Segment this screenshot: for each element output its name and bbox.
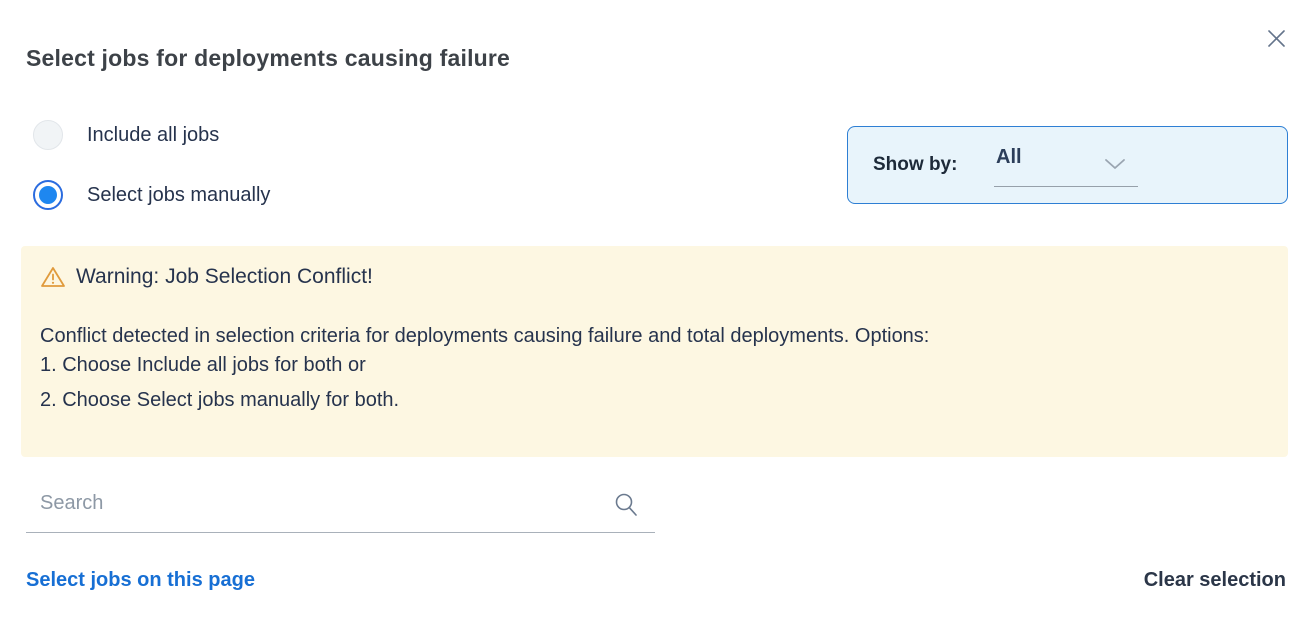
warning-header: Warning: Job Selection Conflict!	[40, 265, 373, 289]
radio-option-label: Include all jobs	[87, 124, 219, 147]
dialog-title: Select jobs for deployments causing fail…	[26, 45, 510, 72]
show-by-panel: Show by: All	[847, 126, 1288, 204]
search-input[interactable]	[26, 480, 655, 533]
chevron-down-icon	[1104, 158, 1126, 170]
show-by-label: Show by:	[873, 127, 957, 203]
warning-option-2: 2. Choose Select jobs manually for both.	[40, 383, 399, 418]
show-by-selected-value: All	[996, 146, 1022, 169]
select-jobs-on-page-link[interactable]: Select jobs on this page	[26, 569, 255, 592]
warning-banner: Warning: Job Selection Conflict! Conflic…	[21, 246, 1288, 457]
show-by-dropdown[interactable]: All	[994, 140, 1138, 187]
select-jobs-dialog: Select jobs for deployments causing fail…	[0, 0, 1308, 630]
radio-option-label: Select jobs manually	[87, 184, 270, 207]
radio-button-icon[interactable]	[33, 180, 63, 210]
close-icon	[1266, 28, 1287, 49]
search-field	[26, 480, 655, 533]
warning-option-1: 1. Choose Include all jobs for both or	[40, 348, 399, 383]
radio-button-icon[interactable]	[33, 120, 63, 150]
radio-option-include-all-jobs[interactable]: Include all jobs	[33, 120, 219, 150]
warning-message: Conflict detected in selection criteria …	[40, 324, 929, 349]
radio-option-select-jobs-manually[interactable]: Select jobs manually	[33, 180, 270, 210]
warning-triangle-icon	[40, 265, 66, 289]
warning-options: 1. Choose Include all jobs for both or 2…	[40, 348, 399, 418]
clear-selection-button[interactable]: Clear selection	[1144, 569, 1286, 592]
warning-title: Warning: Job Selection Conflict!	[76, 265, 373, 289]
close-button[interactable]	[1263, 25, 1289, 51]
